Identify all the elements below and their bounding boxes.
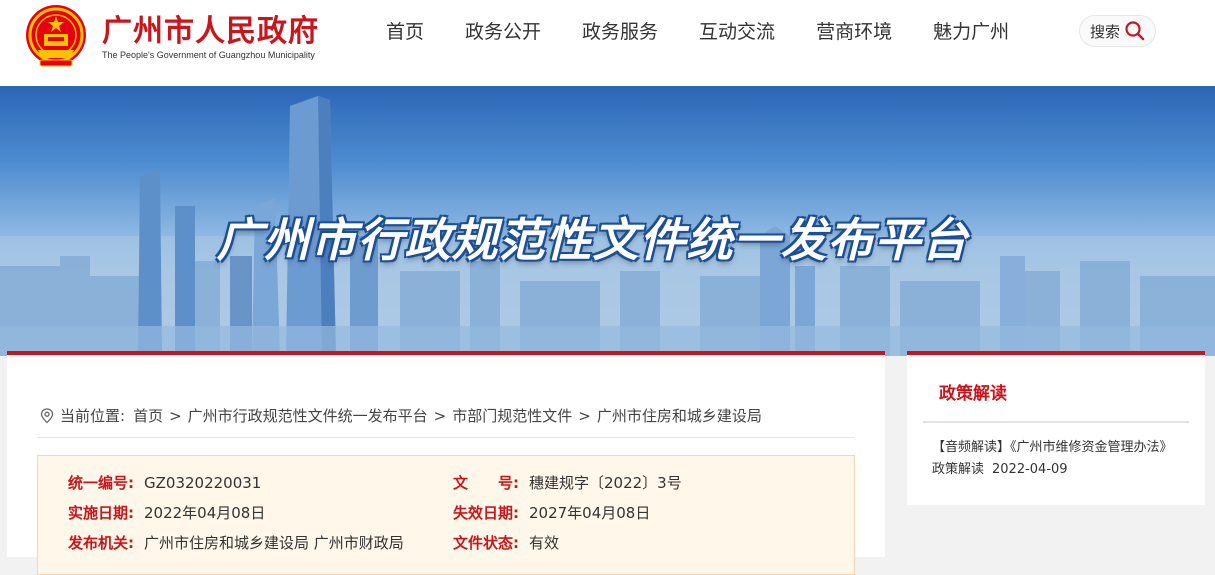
info-label-status: 文件状态: [453,534,519,552]
info-value-serial: GZ0320220031 [144,474,262,492]
breadcrumb-separator: > [578,406,591,425]
nav-business-environment[interactable]: 营商环境 [816,18,892,46]
search-label: 搜索 [1090,22,1121,41]
search-icon [1125,21,1145,41]
side-divider [923,421,1189,423]
breadcrumb-dept-docs[interactable]: 市部门规范性文件 [452,405,572,426]
site-subtitle: The People's Government of Guangzhou Mun… [102,50,315,60]
policy-interpretation-title: 政策解读 [939,384,1007,404]
info-value-issuer: 广州市住房和城乡建设局 广州市财政局 [144,534,404,552]
breadcrumb: 当前位置: 首页 > 广州市行政规范性文件统一发布平台 > 市部门规范性文件 >… [40,405,762,426]
info-value-effective-date: 2022年04月08日 [144,504,266,522]
info-row: 文 号: 穗建规字〔2022〕3号 [453,472,682,493]
search-button[interactable]: 搜索 [1079,15,1156,47]
info-label-expiry-date: 失效日期: [453,504,519,522]
breadcrumb-housing-bureau[interactable]: 广州市住房和城乡建设局 [597,405,762,426]
policy-interpretation-panel: 政策解读 【音频解读】《广州市维修资金管理办法》政策解读 2022-04-09 [907,351,1205,505]
info-label-doc-number: 文 号: [453,474,519,492]
breadcrumb-platform[interactable]: 广州市行政规范性文件统一发布平台 [188,405,428,426]
national-emblem-icon[interactable] [22,2,90,72]
location-pin-icon [40,407,54,423]
info-label-issuer: 发布机关: [68,534,134,552]
site-header: 广州市人民政府 The People's Government of Guang… [0,0,1215,86]
info-row: 失效日期: 2027年04月08日 [453,502,650,523]
main-nav: 首页 政务公开 政务服务 互动交流 营商环境 魅力广州 [386,18,1050,46]
info-row: 实施日期: 2022年04月08日 [68,502,265,523]
breadcrumb-divider [37,437,855,438]
nav-interaction[interactable]: 互动交流 [699,18,775,46]
banner-title: 广州市行政规范性文件统一发布平台 [216,213,969,267]
site-title[interactable]: 广州市人民政府 [102,6,319,50]
nav-gov-services[interactable]: 政务服务 [582,18,658,46]
breadcrumb-home[interactable]: 首页 [133,405,163,426]
nav-charm-guangzhou[interactable]: 魅力广州 [933,18,1009,46]
info-label-effective-date: 实施日期: [68,504,134,522]
info-row: 文件状态: 有效 [453,532,559,553]
nav-gov-affairs-open[interactable]: 政务公开 [465,18,541,46]
policy-interpretation-link[interactable]: 【音频解读】《广州市维修资金管理办法》政策解读 2022-04-09 [932,437,1182,481]
info-label-serial: 统一编号: [68,474,134,492]
policy-link-date: 2022-04-09 [992,462,1068,477]
info-value-status: 有效 [529,534,560,552]
breadcrumb-separator: > [169,406,182,425]
breadcrumb-separator: > [433,406,447,425]
info-row: 统一编号: GZ0320220031 [68,472,261,493]
document-info-box: 统一编号: GZ0320220031 文 号: 穗建规字〔2022〕3号 实施日期:… [37,455,855,575]
nav-home[interactable]: 首页 [386,18,424,46]
main-panel: 当前位置: 首页 > 广州市行政规范性文件统一发布平台 > 市部门规范性文件 >… [7,351,885,575]
banner: 广州市行政规范性文件统一发布平台 [0,86,1215,356]
breadcrumb-prefix: 当前位置: [60,407,126,425]
info-row: 发布机关: 广州市住房和城乡建设局 广州市财政局 [68,532,404,553]
info-value-doc-number: 穗建规字〔2022〕3号 [529,474,682,492]
info-value-expiry-date: 2027年04月08日 [529,504,651,522]
